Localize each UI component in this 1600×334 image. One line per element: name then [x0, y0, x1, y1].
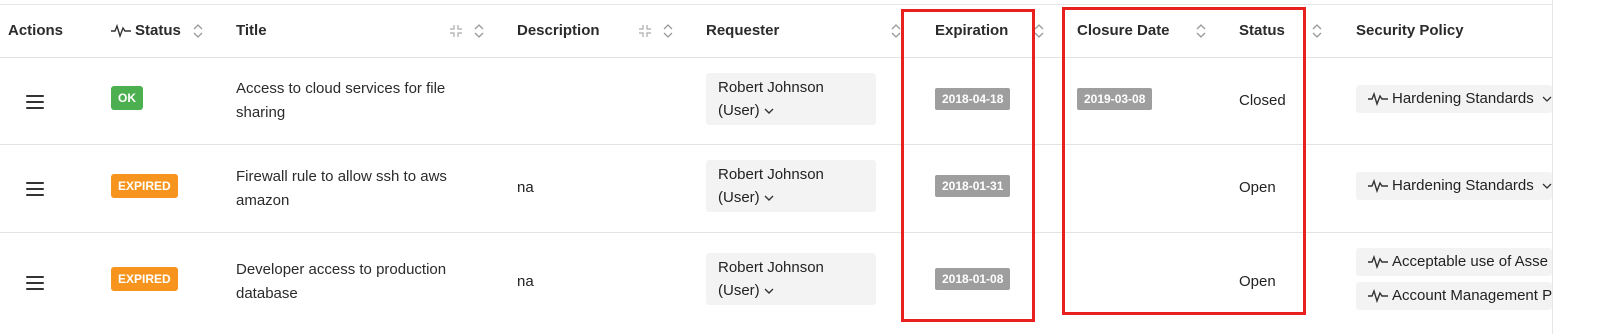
requester-type: (User): [718, 189, 760, 206]
activity-icon: [1368, 289, 1388, 304]
table-row: EXPIRED Firewall rule to allow ssh to aw…: [0, 145, 1552, 233]
requester-select[interactable]: Robert Johnson (User): [706, 160, 876, 212]
request-title: Access to cloud services for file sharin…: [236, 80, 446, 121]
requester-type: (User): [718, 102, 760, 119]
request-description: na: [517, 273, 534, 290]
exceptions-table: Actions Status Title Description Request…: [0, 0, 1600, 334]
sort-icon[interactable]: [662, 22, 674, 40]
highlight-box-closure-status: [1062, 7, 1306, 315]
requester-type: (User): [718, 282, 760, 299]
chevron-down-icon: [764, 195, 774, 202]
column-header-status[interactable]: Status: [111, 5, 181, 57]
menu-icon[interactable]: [26, 276, 44, 290]
chevron-down-icon: [764, 108, 774, 115]
status-badge: EXPIRED: [111, 174, 178, 198]
requester-name: Robert Johnson: [718, 166, 824, 183]
policy-tag-label: Hardening Standards: [1392, 90, 1534, 107]
table-right-border: [1552, 0, 1553, 334]
requester-select[interactable]: Robert Johnson (User): [706, 73, 876, 125]
sort-icon[interactable]: [1311, 22, 1323, 40]
table-row: OK Access to cloud services for file sha…: [0, 58, 1552, 145]
status-badge: EXPIRED: [111, 267, 178, 291]
column-header-title[interactable]: Title: [236, 5, 267, 57]
chevron-down-icon: [764, 288, 774, 295]
column-header-status-label: Status: [135, 22, 181, 39]
table-row: EXPIRED Developer access to production d…: [0, 233, 1552, 334]
column-header-actions: Actions: [8, 22, 64, 39]
activity-icon: [1368, 255, 1388, 270]
chevron-down-icon: [1542, 85, 1552, 113]
chevron-down-icon: [1542, 172, 1552, 200]
status-badge: OK: [111, 86, 143, 110]
activity-icon: [111, 24, 131, 39]
column-header-security-policy[interactable]: Security Policy: [1356, 5, 1464, 57]
policy-tag[interactable]: Account Management P: [1356, 282, 1552, 310]
column-header-description[interactable]: Description: [517, 5, 600, 57]
activity-icon: [1368, 92, 1388, 107]
policy-tag[interactable]: Acceptable use of Asse: [1356, 248, 1552, 276]
policy-tag-label: Acceptable use of Asse: [1392, 253, 1548, 270]
policy-tag[interactable]: Hardening Standards: [1356, 85, 1552, 113]
requester-select[interactable]: Robert Johnson (User): [706, 253, 876, 305]
request-title: Developer access to production database: [236, 261, 447, 302]
policy-tag[interactable]: Hardening Standards: [1356, 172, 1552, 200]
menu-icon[interactable]: [26, 182, 44, 196]
table-header: Actions Status Title Description Request…: [0, 5, 1552, 58]
collapse-icon[interactable]: [449, 24, 463, 38]
requester-name: Robert Johnson: [718, 79, 824, 96]
highlight-box-expiration: [901, 9, 1035, 322]
sort-icon[interactable]: [192, 22, 204, 40]
activity-icon: [1368, 179, 1388, 194]
policy-tag-label: Account Management P: [1392, 287, 1552, 304]
collapse-icon[interactable]: [638, 24, 652, 38]
column-header-requester[interactable]: Requester: [706, 5, 779, 57]
requester-name: Robert Johnson: [718, 259, 824, 276]
request-description: na: [517, 179, 534, 196]
policy-tag-label: Hardening Standards: [1392, 177, 1534, 194]
request-title: Firewall rule to allow ssh to aws amazon: [236, 168, 447, 209]
sort-icon[interactable]: [473, 22, 485, 40]
menu-icon[interactable]: [26, 95, 44, 109]
